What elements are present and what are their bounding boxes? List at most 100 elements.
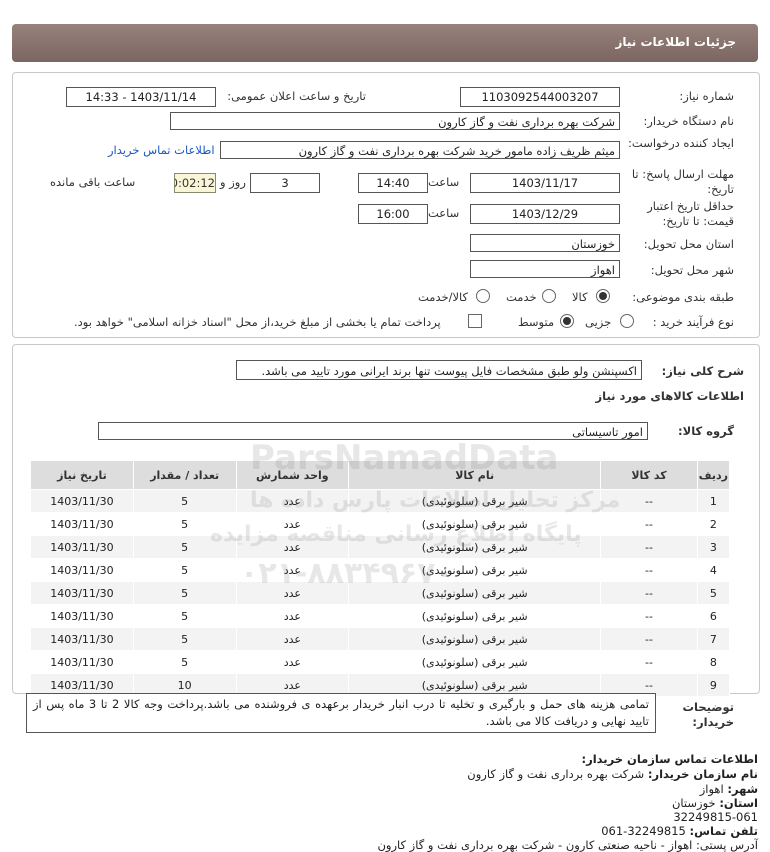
cell-row: 2: [696, 512, 731, 536]
cell-date: 1403/11/30: [30, 604, 134, 628]
cell-row: 3: [696, 535, 731, 559]
cell-name: شیر برقی (سلونوئیدی): [348, 650, 602, 674]
deadline-time-label: ساعت: [428, 175, 460, 189]
cell-unit: عدد: [235, 535, 350, 559]
days-field: 3: [250, 173, 320, 193]
category-radio-both[interactable]: [476, 289, 490, 303]
cell-row: 7: [696, 627, 731, 651]
cell-name: شیر برقی (سلونوئیدی): [348, 604, 602, 628]
table-row: 6 -- شیر برقی (سلونوئیدی) عدد 5 1403/11/30: [30, 604, 731, 628]
process-radio-medium[interactable]: [560, 314, 574, 328]
cell-qty: 5: [132, 558, 237, 582]
cell-name: شیر برقی (سلونوئیدی): [348, 581, 602, 605]
page-title: جزئیات اطلاعات نیاز: [615, 35, 736, 49]
cell-row: 4: [696, 558, 731, 582]
process-option-minor: جزیی: [585, 315, 612, 329]
city-label: شهر محل تحویل:: [650, 263, 734, 277]
cell-row: 6: [696, 604, 731, 628]
validity-label: حداقل تاریخ اعتبار قیمت: تا تاریخ:: [647, 199, 734, 228]
table-row: 5 -- شیر برقی (سلونوئیدی) عدد 5 1403/11/30: [30, 581, 731, 605]
days-label: روز و: [220, 175, 246, 189]
creator-field: میثم ظریف زاده مامور خرید شرکت بهره بردا…: [220, 141, 620, 159]
deadline-time-field: 14:40: [358, 173, 428, 193]
cell-date: 1403/11/30: [30, 489, 134, 513]
table-row: 2 -- شیر برقی (سلونوئیدی) عدد 5 1403/11/30: [30, 512, 731, 536]
contact-province-line: استان: خوزستان: [672, 796, 758, 810]
goods-group-label: گروه کالا:: [678, 424, 734, 438]
cell-name: شیر برقی (سلونوئیدی): [348, 558, 602, 582]
description-label: شرح کلی نیاز:: [661, 364, 744, 378]
cell-qty: 5: [132, 650, 237, 674]
contact-phone-value: 32249815-061: [601, 824, 686, 838]
category-radio-service[interactable]: [542, 289, 556, 303]
treasury-note: پرداخت تمام یا بخشی از مبلغ خرید،از محل …: [74, 315, 441, 329]
validity-time-label: ساعت: [428, 206, 460, 220]
buyer-org-field: شرکت بهره برداری نفت و گاز کارون: [170, 112, 620, 130]
need-number-label: شماره نیاز:: [679, 89, 734, 103]
buyer-notes-label: توضیحات خریدار:: [682, 700, 735, 729]
cell-row: 1: [696, 489, 731, 513]
cell-date: 1403/11/30: [30, 627, 134, 651]
contact-org-value: شرکت بهره برداری نفت و گاز کارون: [467, 767, 645, 781]
province-field: خوزستان: [470, 234, 620, 252]
col-unit: واحد شمارش: [235, 460, 350, 490]
cell-unit: عدد: [235, 604, 350, 628]
table-row: 3 -- شیر برقی (سلونوئیدی) عدد 5 1403/11/30: [30, 535, 731, 559]
contact-phone-label: تلفن تماس:: [689, 824, 758, 838]
contact-title: اطلاعات تماس سازمان خریدار:: [581, 752, 758, 766]
cell-name: شیر برقی (سلونوئیدی): [348, 489, 602, 513]
cell-code: --: [600, 512, 698, 536]
city-field: اهواز: [470, 260, 620, 278]
col-name: نام کالا: [348, 460, 602, 490]
cell-row: 9: [696, 673, 731, 697]
cell-qty: 5: [132, 604, 237, 628]
category-radio-goods[interactable]: [596, 289, 610, 303]
cell-unit: عدد: [235, 581, 350, 605]
category-label: طبقه بندی موضوعی:: [632, 290, 734, 304]
goods-table-header: ردیف کد کالا نام کالا واحد شمارش تعداد /…: [30, 460, 731, 490]
process-radio-minor[interactable]: [620, 314, 634, 328]
cell-code: --: [600, 535, 698, 559]
cell-date: 1403/11/30: [30, 650, 134, 674]
province-label: استان محل تحویل:: [643, 237, 734, 251]
cell-date: 1403/11/30: [30, 535, 134, 559]
table-row: 7 -- شیر برقی (سلونوئیدی) عدد 5 1403/11/30: [30, 627, 731, 651]
contact-org-line: نام سازمان خریدار: شرکت بهره برداری نفت …: [467, 767, 758, 781]
cell-row: 8: [696, 650, 731, 674]
deadline-date-field: 1403/11/17: [470, 173, 620, 193]
treasury-checkbox[interactable]: [468, 314, 482, 328]
goods-table: ردیف کد کالا نام کالا واحد شمارش تعداد /…: [30, 460, 731, 697]
buyer-contact-link[interactable]: اطلاعات تماس خریدار: [108, 143, 215, 157]
page-header: جزئیات اطلاعات نیاز: [12, 24, 758, 62]
validity-date-field: 1403/12/29: [470, 204, 620, 224]
process-label: نوع فرآیند خرید :: [652, 315, 734, 329]
table-row: 8 -- شیر برقی (سلونوئیدی) عدد 5 1403/11/30: [30, 650, 731, 674]
contact-city-label: شهر:: [727, 782, 758, 796]
contact-province-label: استان:: [719, 796, 758, 810]
cell-code: --: [600, 581, 698, 605]
cell-row: 5: [696, 581, 731, 605]
table-row: 1 -- شیر برقی (سلونوئیدی) عدد 5 1403/11/30: [30, 489, 731, 513]
cell-unit: عدد: [235, 650, 350, 674]
cell-unit: عدد: [235, 558, 350, 582]
cell-qty: 5: [132, 512, 237, 536]
cell-name: شیر برقی (سلونوئیدی): [348, 512, 602, 536]
deadline-label: مهلت ارسال پاسخ: تا تاریخ:: [631, 167, 734, 196]
contact-phone-line: تلفن تماس: 32249815-061: [601, 824, 758, 838]
process-option-medium: متوسط: [518, 315, 555, 329]
category-option-goods: کالا: [572, 290, 588, 304]
cell-unit: عدد: [235, 627, 350, 651]
buyer-notes-field: تمامی هزینه های حمل و بارگیری و تخلیه تا…: [26, 693, 656, 733]
creator-label: ایجاد کننده درخواست:: [628, 136, 734, 150]
description-field: اکسپنشن ولو طبق مشخصات فایل پیوست تنها ب…: [236, 360, 642, 380]
goods-section-title: اطلاعات کالاهای مورد نیاز: [595, 389, 744, 403]
cell-code: --: [600, 558, 698, 582]
contact-postal-line: 32249815-061: [673, 810, 758, 824]
col-row: ردیف: [696, 460, 731, 490]
need-number-field: 1103092544003207: [460, 87, 620, 107]
cell-qty: 5: [132, 535, 237, 559]
countdown-timer: 00:02:12: [174, 173, 216, 193]
contact-address-line: آدرس پستی: اهواز - ناحیه صنعتی کارون - ش…: [377, 838, 758, 852]
goods-group-field: امور تاسیساتی: [98, 422, 648, 440]
validity-time-field: 16:00: [358, 204, 428, 224]
